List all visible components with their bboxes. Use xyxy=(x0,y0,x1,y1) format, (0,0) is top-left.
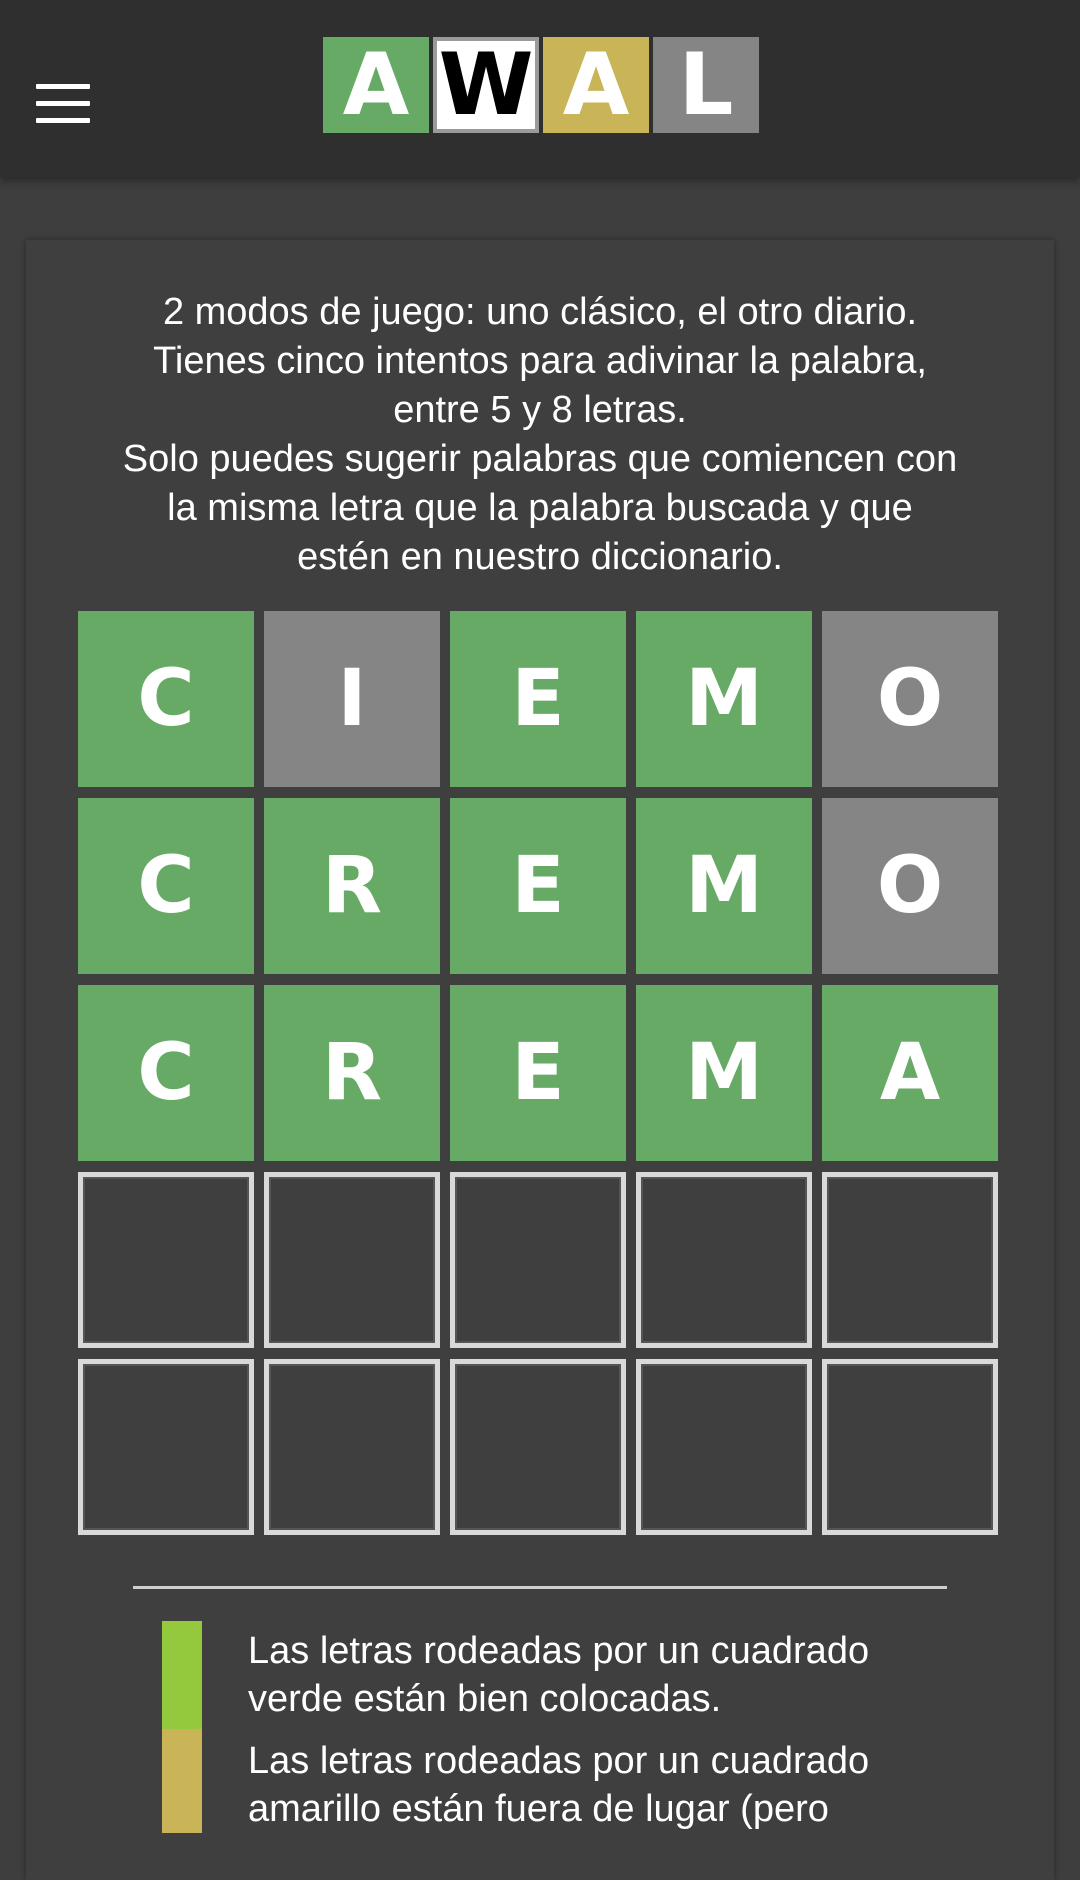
logo-tile: A xyxy=(543,35,649,135)
board-tile-empty xyxy=(78,1359,254,1535)
app-header: AWAL xyxy=(0,0,1080,177)
game-description: 2 modos de juego: uno clásico, el otro d… xyxy=(26,288,1054,582)
awal-logo: AWAL xyxy=(323,35,759,135)
intro-line: estén en nuestro diccionario. xyxy=(297,536,783,578)
logo-tile: L xyxy=(653,35,759,135)
board-tile-empty xyxy=(450,1359,626,1535)
board-tile-empty xyxy=(264,1359,440,1535)
board-tile-absent: O xyxy=(822,611,998,787)
example-board: CIEMOCREMOCREMA xyxy=(78,611,1008,1535)
board-tile-correct: E xyxy=(450,611,626,787)
legend-green-text: verde están bien colocadas. xyxy=(248,1678,722,1720)
yellow-swatch xyxy=(162,1729,202,1833)
logo-tile: A xyxy=(323,35,429,135)
logo-tile: W xyxy=(433,35,539,135)
board-tile-empty xyxy=(822,1359,998,1535)
board-tile-empty xyxy=(264,1172,440,1348)
color-legend: Las letras rodeadas por un cuadrado verd… xyxy=(162,1621,1002,1833)
legend-yellow: Las letras rodeadas por un cuadrado amar… xyxy=(162,1729,1002,1833)
board-tile-correct: C xyxy=(78,798,254,974)
intro-line: 2 modos de juego: uno clásico, el otro d… xyxy=(162,291,918,333)
board-tile-empty xyxy=(450,1172,626,1348)
legend-yellow-text: amarillo están fuera de lugar (pero xyxy=(248,1788,829,1830)
board-tile-empty xyxy=(636,1359,812,1535)
board-tile-correct: M xyxy=(636,611,812,787)
board-tile-empty xyxy=(78,1172,254,1348)
intro-line: Tienes cinco intentos para adivinar la p… xyxy=(153,340,927,382)
board-tile-correct: R xyxy=(264,798,440,974)
intro-line: Solo puedes sugerir palabras que comienc… xyxy=(122,438,958,480)
board-tile-empty xyxy=(636,1172,812,1348)
board-tile-correct: E xyxy=(450,798,626,974)
board-tile-correct: C xyxy=(78,611,254,787)
intro-line: la misma letra que la palabra buscada y … xyxy=(167,487,913,529)
board-tile-absent: I xyxy=(264,611,440,787)
board-tile-correct: M xyxy=(636,985,812,1161)
board-tile-absent: O xyxy=(822,798,998,974)
hamburger-menu-icon[interactable] xyxy=(36,84,90,124)
legend-yellow-text: Las letras rodeadas por un cuadrado xyxy=(248,1740,870,1782)
green-swatch xyxy=(162,1621,202,1729)
board-tile-correct: C xyxy=(78,985,254,1161)
board-tile-correct: A xyxy=(822,985,998,1161)
board-tile-correct: R xyxy=(264,985,440,1161)
board-tile-correct: M xyxy=(636,798,812,974)
legend-green: Las letras rodeadas por un cuadrado verd… xyxy=(162,1621,1002,1729)
board-tile-correct: E xyxy=(450,985,626,1161)
legend-green-text: Las letras rodeadas por un cuadrado xyxy=(248,1630,870,1672)
divider xyxy=(133,1586,947,1589)
intro-line: entre 5 y 8 letras. xyxy=(393,389,687,431)
board-tile-empty xyxy=(822,1172,998,1348)
